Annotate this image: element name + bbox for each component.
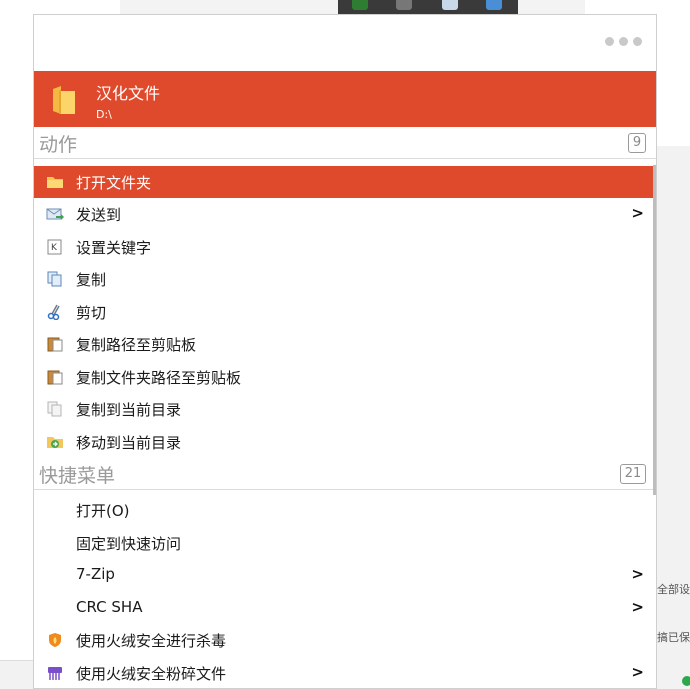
menu-item-label: 使用火绒安全粉碎文件 (76, 665, 227, 683)
menu-item-label: 打开(O) (76, 502, 130, 520)
count-badge: 21 (620, 464, 646, 484)
send-mail-icon (46, 208, 64, 220)
menu-item-copy[interactable]: 复制 (34, 263, 656, 295)
background-text-2: 搞已保 (657, 631, 690, 644)
copy-icon (47, 271, 62, 287)
menu-item-cut[interactable]: 剪切 (34, 296, 656, 328)
context-menu: 汉化文件 D:\ 动作 9 打开文件夹 发送到 > K 设置关键字 复制 剪切 … (33, 14, 657, 689)
submenu-arrow-icon: > (631, 204, 644, 222)
menu-item-label: 使用火绒安全进行杀毒 (76, 632, 227, 650)
menu-item-huorong-scan[interactable]: 使用火绒安全进行杀毒 (34, 624, 656, 656)
submenu-arrow-icon: > (631, 598, 644, 616)
tray-app-icon (396, 0, 412, 10)
section-quick-menu: 快捷菜单 21 (34, 458, 656, 490)
menu-item-label: 复制到当前目录 (76, 401, 182, 419)
clipboard-icon (47, 370, 63, 385)
scissors-icon (47, 304, 60, 320)
menu-item-label: CRC SHA (76, 598, 143, 616)
background-panel (656, 146, 690, 689)
menu-item-label: 打开文件夹 (76, 174, 152, 192)
menu-item-open-folder[interactable]: 打开文件夹 (34, 166, 656, 198)
section-actions: 动作 9 (34, 127, 656, 159)
section-title: 动作 (39, 134, 78, 156)
submenu-arrow-icon: > (631, 565, 644, 583)
background-strip-bottom (0, 660, 34, 689)
menu-item-set-keyword[interactable]: K 设置关键字 (34, 231, 656, 263)
background-taskbar (338, 0, 518, 14)
huorong-shield-icon (49, 633, 61, 647)
file-name: 汉化文件 (96, 84, 161, 103)
count-badge: 9 (628, 133, 646, 153)
copy-light-icon (47, 401, 62, 417)
folder-open-icon (47, 177, 63, 188)
tray-window-icon (486, 0, 502, 10)
menu-item-label: 复制路径至剪贴板 (76, 336, 197, 354)
menu-item-label: 固定到快速访问 (76, 535, 182, 553)
tray-shield-icon (352, 0, 368, 10)
menu-item-copy-folder-path[interactable]: 复制文件夹路径至剪贴板 (34, 361, 656, 393)
menu-item-label: 剪切 (76, 304, 107, 322)
menu-item-copy-path[interactable]: 复制路径至剪贴板 (34, 328, 656, 360)
background-text-1: 全部设 (657, 583, 690, 596)
shredder-icon (48, 667, 62, 680)
menu-topbar (34, 15, 656, 71)
menu-item-label: 发送到 (76, 206, 122, 224)
menu-scrollbar[interactable] (653, 165, 656, 495)
tray-image-icon (442, 0, 458, 10)
menu-item-open[interactable]: 打开(O) (34, 494, 656, 526)
clipboard-icon (47, 337, 63, 352)
section-title: 快捷菜单 (39, 465, 116, 487)
menu-item-label: 复制文件夹路径至剪贴板 (76, 369, 242, 387)
move-icon (47, 437, 63, 448)
menu-item-pin-quick-access[interactable]: 固定到快速访问 (34, 527, 656, 559)
folder-icon (53, 86, 75, 114)
menu-item-label: 复制 (76, 271, 107, 289)
menu-item-label: 移动到当前目录 (76, 434, 182, 452)
menu-item-send-to[interactable]: 发送到 > (34, 198, 656, 230)
menu-item-crc-sha[interactable]: CRC SHA > (34, 592, 656, 624)
background-status-dot (682, 676, 690, 686)
menu-item-huorong-shred[interactable]: 使用火绒安全粉碎文件 > (34, 657, 656, 688)
selected-file-header: 汉化文件 D:\ (34, 71, 656, 127)
menu-item-7zip[interactable]: 7-Zip > (34, 559, 656, 591)
submenu-arrow-icon: > (631, 663, 644, 681)
keyword-icon: K (47, 239, 62, 255)
more-options-icon[interactable] (605, 37, 642, 46)
menu-item-move-to-current[interactable]: 移动到当前目录 (34, 426, 656, 458)
menu-item-label: 设置关键字 (76, 239, 152, 257)
file-path: D:\ (96, 108, 112, 121)
menu-item-copy-to-current[interactable]: 复制到当前目录 (34, 393, 656, 425)
menu-item-label: 7-Zip (76, 565, 115, 583)
